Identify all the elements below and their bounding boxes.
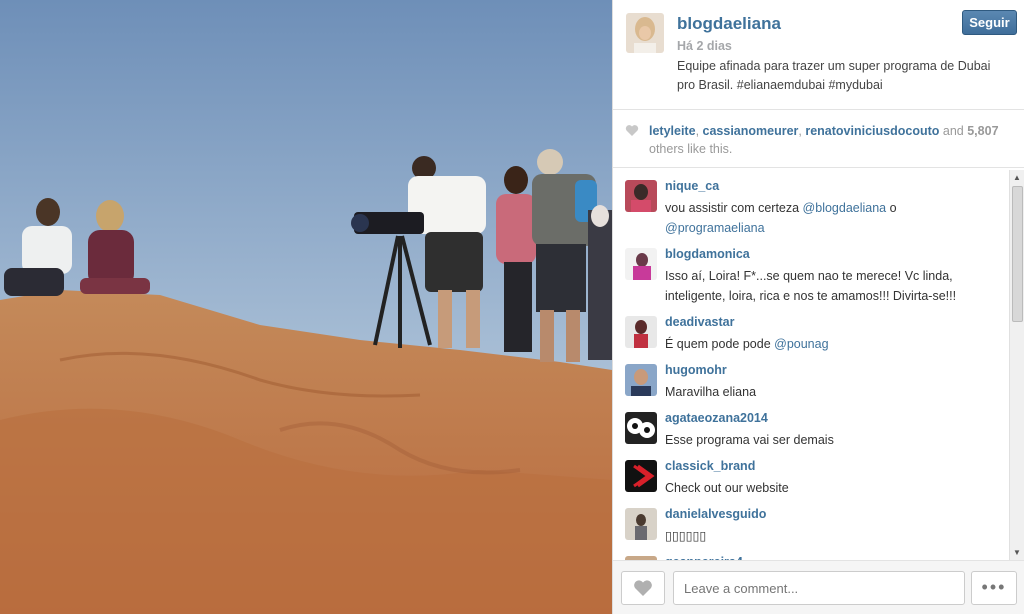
comment-username[interactable]: blogdamonica xyxy=(665,247,750,261)
comment-username[interactable]: deadivastar xyxy=(665,315,734,329)
ellipsis-icon: ••• xyxy=(981,577,1007,597)
post-timestamp: Há 2 dias xyxy=(677,39,732,53)
comment-username[interactable]: hugomohr xyxy=(665,363,727,377)
mention-link[interactable]: @programaeliana xyxy=(665,221,765,235)
comment-text: Maravilha eliana xyxy=(665,385,757,399)
instagram-post-modal: blogdaeliana Há 2 dias Equipe afinada pa… xyxy=(0,0,1024,614)
commenter-avatar[interactable] xyxy=(625,460,657,492)
likes-suffix: others like this. xyxy=(649,142,733,156)
heart-icon xyxy=(633,580,653,601)
more-options-button[interactable]: ••• xyxy=(971,571,1017,605)
comment-text: Esse programa vai ser demais xyxy=(665,433,834,447)
comment-username[interactable]: danielalvesguido xyxy=(665,507,766,521)
comment-item: deadivastar É quem pode pode @pounag xyxy=(613,306,1009,354)
commenter-avatar[interactable] xyxy=(625,508,657,540)
comment-item: nique_ca vou assistir com certeza @blogd… xyxy=(613,170,1009,238)
post-caption: Equipe afinada para trazer um super prog… xyxy=(677,59,991,92)
mention-link[interactable]: @blogdaeliana xyxy=(803,201,887,215)
like-button[interactable] xyxy=(621,571,665,605)
comment-username[interactable]: classick_brand xyxy=(665,459,755,473)
heart-icon xyxy=(625,124,639,142)
commenter-avatar[interactable] xyxy=(625,364,657,396)
mention-link[interactable]: @pounag xyxy=(774,337,828,351)
comment-text: Isso aí, Loira! F*...se quem nao te mere… xyxy=(665,269,957,303)
liker-link[interactable]: letyleite xyxy=(649,124,696,138)
commenter-avatar[interactable] xyxy=(625,412,657,444)
comment-text: ▯▯▯▯▯▯ xyxy=(665,529,707,543)
scroll-down-arrow-icon[interactable]: ▼ xyxy=(1013,548,1021,557)
comment-input[interactable] xyxy=(673,571,965,605)
comment-item: geanpereira4 xyxy=(613,546,1009,560)
likes-text: letyleite, cassianomeurer, renatoviniciu… xyxy=(649,124,999,156)
comment-username[interactable]: agataeozana2014 xyxy=(665,411,768,425)
commenter-avatar[interactable] xyxy=(625,316,657,348)
scrollbar-thumb[interactable] xyxy=(1012,186,1023,322)
author-username[interactable]: blogdaeliana xyxy=(677,14,781,34)
comment-item: agataeozana2014 Esse programa vai ser de… xyxy=(613,402,1009,450)
likes-and: and xyxy=(942,124,964,138)
post-header: blogdaeliana Há 2 dias Equipe afinada pa… xyxy=(613,0,1024,110)
follow-button[interactable]: Seguir xyxy=(962,10,1017,35)
comment-item: danielalvesguido ▯▯▯▯▯▯ xyxy=(613,498,1009,546)
commenter-avatar[interactable] xyxy=(625,248,657,280)
comment-text: É quem pode pode @pounag xyxy=(665,337,829,351)
comment-username[interactable]: nique_ca xyxy=(665,179,719,193)
comments-scrollbar[interactable]: ▲ ▼ xyxy=(1009,170,1024,560)
comment-item: hugomohr Maravilha eliana xyxy=(613,354,1009,402)
commenter-avatar[interactable] xyxy=(625,180,657,212)
likes-count[interactable]: 5,807 xyxy=(967,124,998,138)
comment-footer: ••• xyxy=(613,560,1024,614)
liker-link[interactable]: cassianomeurer xyxy=(703,124,799,138)
likes-summary: letyleite, cassianomeurer, renatoviniciu… xyxy=(613,110,1024,168)
comments-list[interactable]: nique_ca vou assistir com certeza @blogd… xyxy=(613,170,1009,560)
author-avatar[interactable] xyxy=(626,13,664,53)
comment-item: blogdamonica Isso aí, Loira! F*...se que… xyxy=(613,238,1009,306)
comment-item: classick_brand Check out our website xyxy=(613,450,1009,498)
liker-link[interactable]: renatoviniciusdocouto xyxy=(805,124,939,138)
comment-text: vou assistir com certeza @blogdaeliana o… xyxy=(665,201,897,235)
post-side-panel: blogdaeliana Há 2 dias Equipe afinada pa… xyxy=(612,0,1024,614)
comment-text: Check out our website xyxy=(665,481,789,495)
post-photo[interactable] xyxy=(0,0,612,614)
scroll-up-arrow-icon[interactable]: ▲ xyxy=(1013,173,1021,182)
